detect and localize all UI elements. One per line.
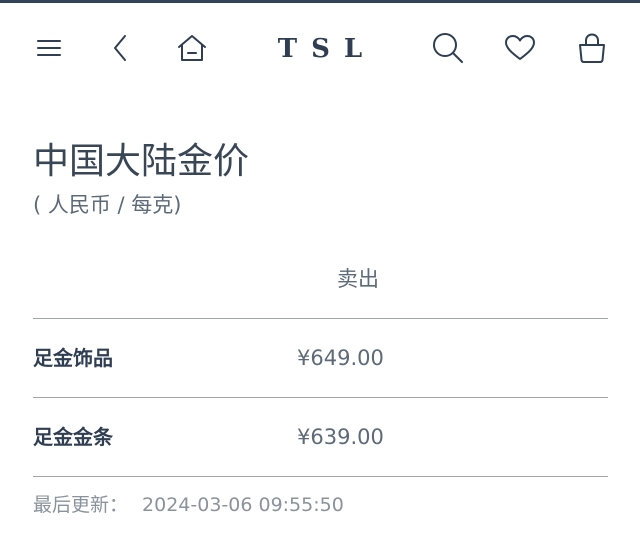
page-title: 中国大陆金价	[33, 141, 250, 182]
menu-button[interactable]	[27, 24, 71, 72]
back-icon	[114, 35, 126, 61]
wishlist-button[interactable]	[498, 24, 542, 72]
search-icon	[433, 33, 463, 63]
currency-unit-subtitle: ( 人民币 / 每克)	[33, 193, 182, 217]
top-navigation-bar: TSL	[0, 24, 640, 72]
table-row-label: 足金金条	[33, 425, 113, 449]
brand-logo[interactable]: TSL	[250, 34, 390, 64]
heart-icon	[505, 35, 535, 60]
last-updated-label: 最后更新：	[33, 494, 129, 516]
table-row-label: 足金饰品	[33, 346, 113, 370]
table-divider	[33, 476, 608, 477]
table-divider	[33, 318, 608, 319]
shopping-bag-icon	[579, 33, 605, 63]
home-button[interactable]	[170, 24, 214, 72]
sell-column-header: 卖出	[337, 267, 379, 291]
table-row-price: ¥639.00	[297, 425, 384, 449]
home-icon	[178, 35, 206, 61]
last-updated: 最后更新： 2024-03-06 09:55:50	[33, 490, 344, 520]
search-button[interactable]	[426, 24, 470, 72]
shopping-bag-button[interactable]	[570, 24, 614, 72]
top-border	[0, 0, 640, 3]
table-row-price: ¥649.00	[297, 346, 384, 370]
last-updated-timestamp: 2024-03-06 09:55:50	[142, 494, 344, 516]
table-divider	[33, 397, 608, 398]
menu-icon	[37, 40, 61, 56]
back-button[interactable]	[98, 24, 142, 72]
